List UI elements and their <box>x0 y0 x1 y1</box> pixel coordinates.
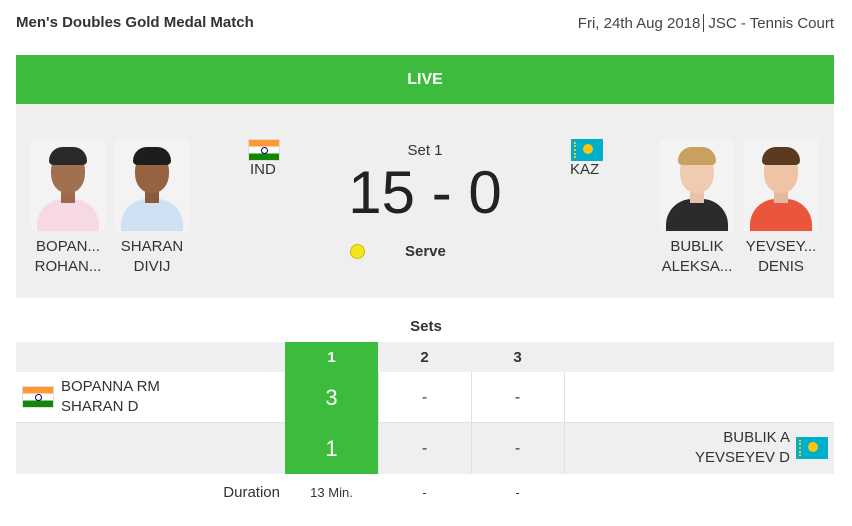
player-name-line2: DENIS <box>758 258 804 275</box>
country-code-team2: KAZ <box>570 161 600 178</box>
table-row-team1: BOPANNA RM SHARAN D 3 - - <box>16 372 834 423</box>
set-score: - <box>421 439 428 457</box>
team2-player2: YEVSEYEV D <box>694 449 790 466</box>
player-photo <box>744 139 818 231</box>
team1-player1: BOPANNA RM <box>61 378 160 395</box>
meta-divider <box>703 14 705 32</box>
sets-table: 1 2 3 BOPANNA RM SHARAN D 3 - - 1 - - BU… <box>16 342 834 510</box>
team2-player1: BUBLIK A <box>723 429 790 446</box>
tennis-ball-icon <box>350 244 365 259</box>
duration-row: Duration 13 Min. - - <box>16 474 834 510</box>
set-column-header: 1 <box>285 342 378 372</box>
player-card-bublik[interactable]: BUBLIK ALEKSA... <box>659 139 735 277</box>
player-name-line2: ALEKSA... <box>661 258 733 275</box>
divider <box>378 423 379 474</box>
divider <box>564 372 565 423</box>
divider <box>471 423 472 474</box>
set-score: 3 <box>285 372 378 423</box>
sets-title: Sets <box>410 318 442 335</box>
set-score: - <box>514 388 521 406</box>
set-column-header: 3 <box>513 348 522 366</box>
player-name-line1: SHARAN <box>120 238 184 255</box>
match-title: Men's Doubles Gold Medal Match <box>16 14 254 31</box>
set-score: - <box>514 439 521 457</box>
team1-names: BOPANNA RM SHARAN D <box>61 377 160 417</box>
set-score: 1 <box>285 423 378 474</box>
scoreboard-panel: BOPAN... ROHAN... SHARAN DIVIJ IND Set 1… <box>16 104 834 298</box>
match-meta: Fri, 24th Aug 2018 JSC - Tennis Court <box>578 14 834 32</box>
table-row-team2: 1 - - BUBLIK A YEVSEYEV D <box>16 423 834 474</box>
team1-player2: SHARAN D <box>61 398 139 415</box>
player-name-line1: YEVSEY... <box>745 238 817 255</box>
player-card-yevseyev[interactable]: YEVSEY... DENIS <box>743 139 819 277</box>
player-name-line1: BUBLIK <box>670 238 724 255</box>
live-banner: LIVE <box>16 55 834 104</box>
player-name-line2: ROHAN... <box>34 258 102 275</box>
player-name-line2: DIVIJ <box>133 258 171 275</box>
serve-label: Serve <box>405 243 446 260</box>
divider <box>564 423 565 474</box>
sets-header-row: 1 2 3 <box>16 342 834 372</box>
set-duration: - <box>422 484 427 500</box>
set-duration: - <box>515 484 520 500</box>
flag-kazakhstan-icon <box>571 139 603 161</box>
set-score: - <box>421 388 428 406</box>
player-photo <box>660 139 734 231</box>
match-date: Fri, 24th Aug 2018 <box>577 15 701 32</box>
team2-names: BUBLIK A YEVSEYEV D <box>695 428 790 468</box>
match-venue: JSC - Tennis Court <box>708 15 834 32</box>
divider <box>378 372 379 423</box>
flag-india-icon <box>22 386 54 408</box>
divider <box>471 372 472 423</box>
live-label: LIVE <box>407 70 443 88</box>
duration-label: Duration <box>223 483 280 501</box>
set-column-header: 2 <box>420 348 429 366</box>
flag-kazakhstan-icon <box>796 437 828 459</box>
player-name-line1: BOPAN... <box>36 238 100 255</box>
set-duration: 13 Min. <box>310 484 353 500</box>
